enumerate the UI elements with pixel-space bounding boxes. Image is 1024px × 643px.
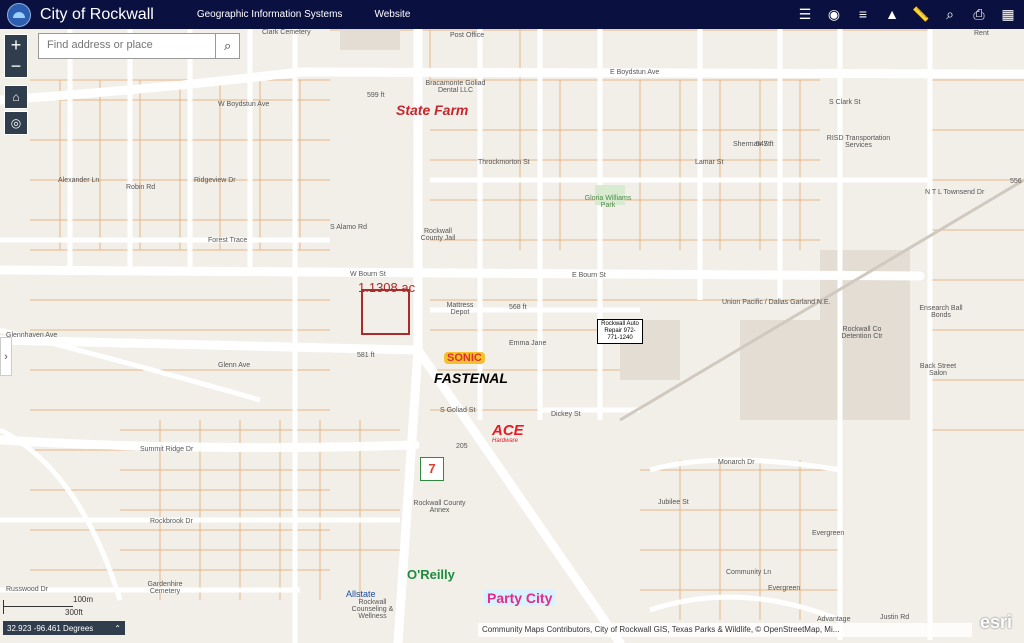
street-label: Forest Trace: [208, 237, 248, 244]
basemap-gallery-icon[interactable]: ◉: [822, 3, 846, 25]
poi-label: Mattress Depot: [446, 302, 474, 316]
measure-icon[interactable]: 📏: [909, 3, 933, 25]
address-label: 547 ft: [756, 141, 774, 148]
street-label: Ridgeview Dr: [194, 177, 236, 184]
street-label: Summit Ridge Dr: [140, 446, 194, 453]
street-label: Glenn Ave: [218, 362, 251, 369]
sonic-logo[interactable]: SONIC: [444, 352, 485, 364]
map-attribution: Community Maps Contributors, City of Roc…: [478, 623, 972, 637]
street-label: S Alamo Rd: [330, 224, 367, 231]
search-widget: ⌕: [38, 33, 240, 59]
ace-hardware-sub: Hardware: [492, 438, 519, 444]
app-header: City of Rockwall Geographic Information …: [0, 0, 1024, 29]
address-label: 568 ft: [509, 304, 527, 311]
street-label: W Bourn St: [350, 271, 386, 278]
street-label: E Bourn St: [572, 272, 606, 279]
poi-label: Gardenhire Cemetery: [147, 581, 183, 595]
poi-label: Evergreen: [812, 530, 845, 537]
street-label: Clark Cemetery: [262, 29, 311, 36]
locate-icon: ◎: [10, 116, 22, 130]
poi-label: Gloria Williams Park: [584, 195, 632, 209]
zoom-control: + −: [4, 34, 28, 78]
oreilly-logo[interactable]: O'Reilly: [407, 567, 455, 582]
zoom-in-button[interactable]: +: [5, 35, 27, 56]
print-icon[interactable]: ⎙: [967, 3, 991, 25]
grid-icon[interactable]: ▦: [996, 3, 1020, 25]
search-button[interactable]: ⌕: [215, 34, 239, 58]
locate-button[interactable]: ◎: [4, 111, 28, 135]
layer-list-icon[interactable]: ☰: [793, 3, 817, 25]
selected-parcel-label[interactable]: 1.1308 ac: [358, 280, 415, 295]
toolbar: ☰ ◉ ≡ ▲ 📏 ⌕ ⎙ ▦: [793, 3, 1020, 25]
poi-label: RISD Transportation Services: [826, 135, 891, 149]
street-label: Glennhaven Ave: [6, 332, 58, 339]
street-label: Lamar St: [695, 159, 724, 166]
auto-repair-sign[interactable]: Rockwall Auto Repair 972-771-1240: [597, 319, 643, 344]
home-button[interactable]: ⌂: [4, 85, 28, 109]
poi-label: Rockwall Co Detention Ctr: [841, 326, 883, 340]
search-input[interactable]: [39, 34, 216, 56]
allstate-logo[interactable]: Allstate: [346, 589, 376, 599]
street-label: Throckmorton St: [478, 159, 530, 166]
address-label: 581 ft: [357, 352, 375, 359]
side-panel-toggle[interactable]: ›: [0, 337, 12, 376]
city-logo[interactable]: [7, 2, 31, 27]
coordinate-toggle-icon[interactable]: ⌃: [114, 624, 121, 633]
map-view[interactable]: E Boydstun Ave W Boydstun Ave E Bourn St…: [0, 29, 1024, 643]
street-label: N T L Townsend Dr: [925, 189, 985, 196]
poi-label: Post Office: [450, 32, 485, 39]
poi-label: Evergreen: [768, 585, 801, 592]
address-label: 205: [456, 443, 468, 450]
street-label: Alexander Ln: [58, 177, 100, 184]
address-label: 599 ft: [367, 92, 385, 99]
address-label: Rent: [974, 30, 989, 37]
nav-link-website[interactable]: Website: [374, 9, 410, 20]
street-label: Advantage: [817, 616, 851, 623]
poi-label: Bracamonte Goliad Dental LLC: [425, 80, 486, 94]
street-label: E Boydstun Ave: [610, 69, 660, 76]
ace-hardware-logo[interactable]: ACE: [492, 422, 524, 439]
state-farm-logo[interactable]: State Farm: [396, 102, 468, 118]
legend-icon[interactable]: ≡: [851, 3, 875, 25]
street-label: Jubilee St: [658, 499, 689, 506]
street-label: Rockbrook Dr: [150, 518, 193, 525]
street-label: Community Ln: [726, 569, 772, 576]
education-icon[interactable]: ▲: [880, 3, 904, 25]
esri-logo: esri: [979, 612, 1013, 632]
street-label: S Goliad St: [440, 407, 476, 414]
street-label: W Boydstun Ave: [218, 101, 270, 108]
scale-label-feet: 300ft: [65, 608, 83, 617]
coordinate-readout: 32.923 -96.461 Degrees ⌃: [3, 621, 125, 635]
address-label: 556: [1010, 178, 1022, 185]
search-icon[interactable]: ⌕: [938, 3, 962, 25]
poi-label: Back Street Salon: [919, 363, 957, 377]
search-icon: ⌕: [224, 38, 232, 53]
street-label: Justin Rd: [880, 614, 910, 621]
scale-label-meters: 100m: [73, 595, 94, 604]
street-label: Union Pacific / Dallas Garland N.E.: [722, 299, 831, 306]
home-icon: ⌂: [12, 90, 20, 104]
zoom-out-button[interactable]: −: [5, 56, 27, 77]
app-title[interactable]: City of Rockwall: [40, 6, 154, 24]
street-label: Robin Rd: [126, 184, 156, 191]
scale-bar: 100m 300ft: [3, 595, 98, 619]
poi-label: Rockwall Counseling & Wellness: [351, 599, 394, 620]
nav-link-gis[interactable]: Geographic Information Systems: [197, 9, 343, 20]
street-label: Monarch Dr: [718, 459, 755, 466]
street-label: Russwood Dr: [6, 586, 49, 593]
street-label: Emma Jane: [509, 340, 547, 347]
poi-label: Rockwall County Jail: [420, 228, 456, 242]
party-city-logo[interactable]: Party City: [484, 590, 556, 606]
seven-eleven-logo[interactable]: 7: [420, 457, 444, 481]
street-label: S Clark St: [829, 99, 861, 106]
coordinate-text: 32.923 -96.461 Degrees: [7, 623, 94, 633]
poi-label: Ensearch Ball Bonds: [919, 305, 963, 319]
street-label: Dickey St: [551, 411, 581, 418]
fastenal-logo[interactable]: FASTENAL: [434, 370, 508, 386]
poi-label: Rockwall County Annex: [413, 500, 466, 514]
